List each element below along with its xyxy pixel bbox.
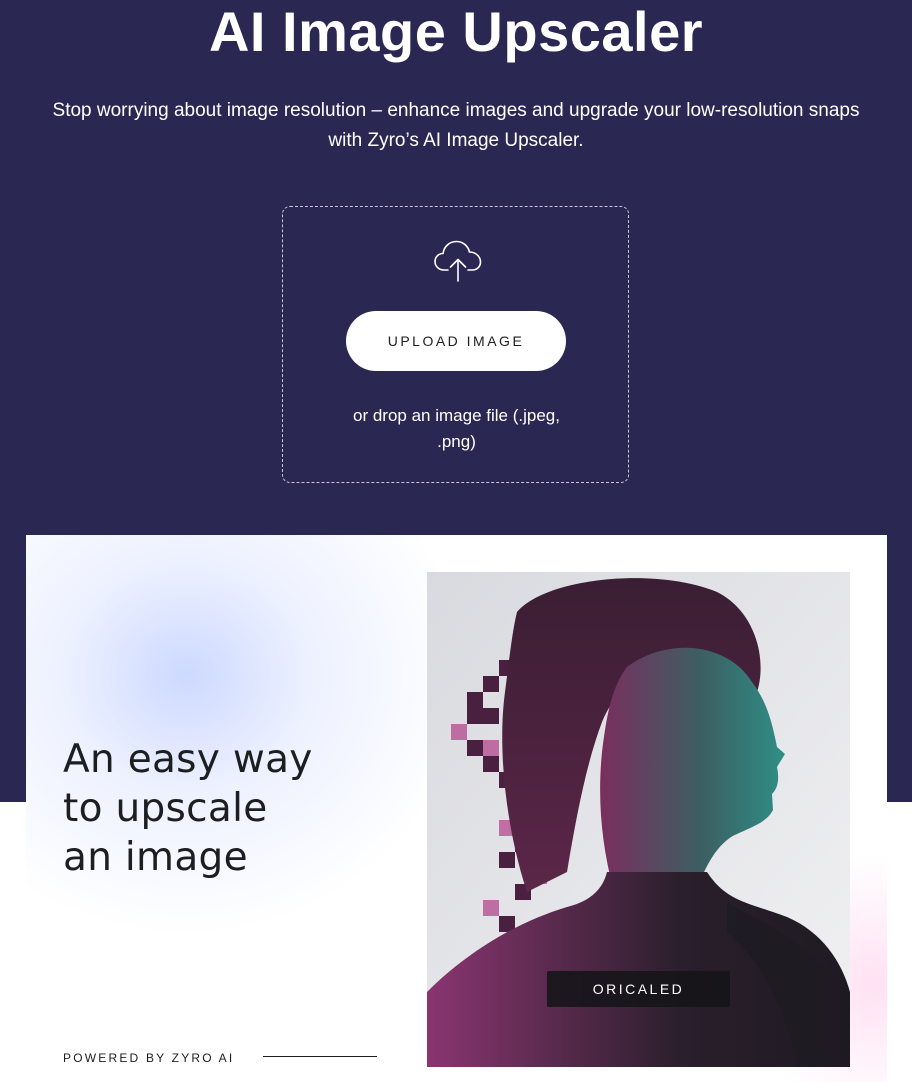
feature-headline-line: An easy way <box>63 737 313 782</box>
drop-file-hint: or drop an image file (.jpeg, .png) <box>333 403 580 455</box>
hero-subtitle: Stop worrying about image resolution – e… <box>0 96 912 156</box>
cloud-upload-icon <box>434 240 482 282</box>
powered-by-text: POWERED BY ZYRO AI <box>63 1051 235 1065</box>
upscale-example-image: ORICALED <box>427 572 850 1067</box>
feature-headline: An easy way to upscale an image <box>63 735 393 882</box>
feature-card: An easy way to upscale an image POWERED … <box>26 535 887 1082</box>
feature-headline-line: an image <box>63 835 248 880</box>
drop-file-hint-line: or drop an image file (.jpeg, <box>353 406 560 425</box>
divider-line <box>263 1056 377 1057</box>
feature-headline-line: to upscale <box>63 786 268 831</box>
drop-file-hint-line: .png) <box>437 432 476 451</box>
page-title: AI Image Upscaler <box>208 0 704 63</box>
image-label-badge: ORICALED <box>547 971 730 1007</box>
hero-subtitle-line: Stop worrying about image resolution – e… <box>52 100 860 121</box>
image-drop-zone[interactable]: UPLOAD IMAGE or drop an image file (.jpe… <box>282 206 629 483</box>
hero-subtitle-line: with Zyro’s AI Image Upscaler. <box>328 130 584 151</box>
upload-image-button[interactable]: UPLOAD IMAGE <box>346 311 566 371</box>
